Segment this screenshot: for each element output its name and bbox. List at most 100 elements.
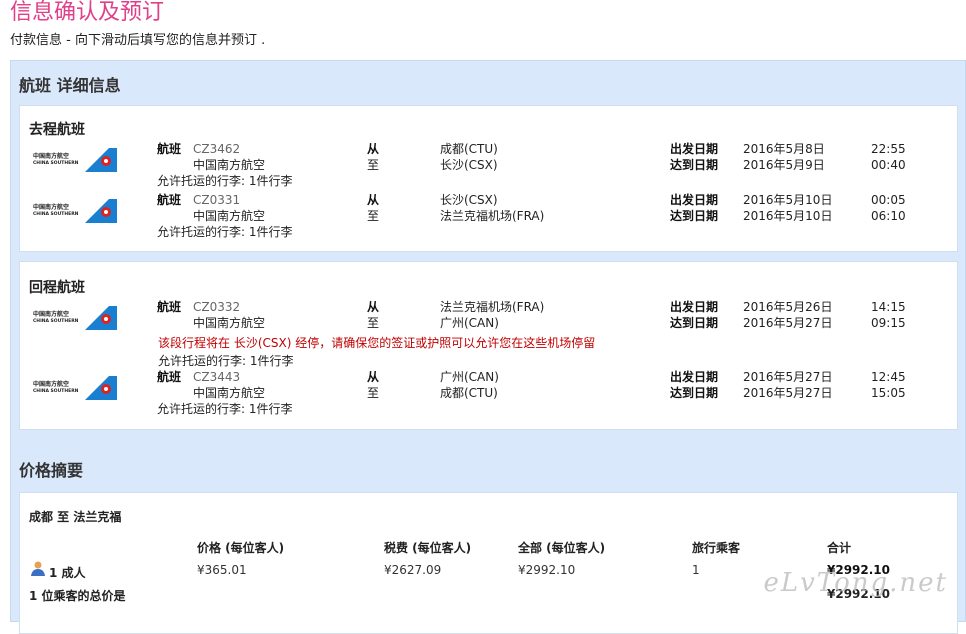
depart-time: 00:05 (871, 193, 906, 207)
flight-segment: 中国南方航空 CHINA SOUTHERN 航班 CZ0331 中国南方航空 从… (20, 191, 957, 243)
airline-logo-cn: 中国南方航空 (33, 153, 70, 160)
from-label: 从 (367, 300, 380, 314)
depart-time: 12:45 (871, 370, 906, 384)
airline-logo: 中国南方航空 CHINA SOUTHERN (33, 306, 117, 332)
to-label: 至 (367, 386, 380, 400)
from-label: 从 (367, 142, 380, 156)
kapok-flower-icon (85, 199, 117, 223)
airline-name: 中国南方航空 (193, 158, 266, 172)
airline-logo-en: CHINA SOUTHERN (33, 212, 79, 217)
arrive-date: 2016年5月9日 (743, 158, 825, 172)
flight-label: 航班 (157, 300, 182, 314)
price-panel: 成都 至 法兰克福 价格 (每位客人) 税费 (每位客人) 全部 (每位客人) … (19, 492, 958, 634)
arrive-time: 15:05 (871, 386, 906, 400)
airline-name: 中国南方航空 (193, 386, 266, 400)
depart-date-label: 出发日期 (670, 370, 719, 384)
airline-logo: 中国南方航空 CHINA SOUTHERN (33, 376, 117, 402)
kapok-flower-icon (85, 148, 117, 172)
arrive-date-label: 达到日期 (670, 209, 719, 223)
flight-number: CZ0331 (193, 193, 241, 207)
return-title: 回程航班 (29, 280, 85, 296)
depart-date: 2016年5月26日 (743, 300, 833, 314)
depart-date-label: 出发日期 (670, 300, 719, 314)
tax-value: ¥2627.09 (384, 563, 442, 577)
from-airport: 广州(CAN) (440, 370, 499, 384)
flight-number: CZ0332 (193, 300, 241, 314)
arrive-time: 06:10 (871, 209, 906, 223)
price-route: 成都 至 法兰克福 (29, 510, 122, 524)
outbound-panel: 去程航班 中国南方航空 CHINA SOUTHERN 航班 CZ3462 中国南… (19, 105, 958, 252)
kapok-flower-icon (85, 376, 117, 400)
to-label: 至 (367, 316, 380, 330)
layover-warning: 该段行程将在 长沙(CSX) 经停，请确保您的签证或护照可以允许您在这些机场停留 (158, 336, 596, 350)
page-subtitle: 付款信息 - 向下滑动后填写您的信息并预订 . (10, 33, 266, 48)
depart-date-label: 出发日期 (670, 193, 719, 207)
from-airport: 法兰克福机场(FRA) (440, 300, 545, 314)
from-airport: 成都(CTU) (440, 142, 498, 156)
total-per-header: 全部 (每位客人) (518, 541, 606, 555)
total-label: 1 位乘客的总价是 (29, 589, 126, 603)
flight-label: 航班 (157, 370, 182, 384)
from-label: 从 (367, 193, 380, 207)
arrive-date-label: 达到日期 (670, 158, 719, 172)
depart-time: 22:55 (871, 142, 906, 156)
outbound-title: 去程航班 (29, 122, 85, 138)
flight-label: 航班 (157, 193, 182, 207)
flight-number: CZ3443 (193, 370, 241, 384)
depart-date: 2016年5月8日 (743, 142, 825, 156)
arrive-date: 2016年5月10日 (743, 209, 833, 223)
baggage-info: 允许托运的行李: 1件行李 (158, 354, 294, 368)
flight-label: 航班 (157, 142, 182, 156)
to-airport: 成都(CTU) (440, 386, 498, 400)
depart-date: 2016年5月27日 (743, 370, 833, 384)
airline-logo-en: CHINA SOUTHERN (33, 319, 79, 324)
airline-logo-cn: 中国南方航空 (33, 381, 70, 388)
to-label: 至 (367, 209, 380, 223)
tax-header: 税费 (每位客人) (384, 541, 472, 555)
airline-logo-en: CHINA SOUTHERN (33, 389, 79, 394)
user-icon (31, 561, 45, 576)
kapok-flower-icon (85, 306, 117, 330)
arrive-date: 2016年5月27日 (743, 316, 833, 330)
booking-container: 航班 详细信息 去程航班 中国南方航空 CHINA SOUTHERN 航班 CZ… (10, 60, 966, 634)
to-airport: 法兰克福机场(FRA) (440, 209, 545, 223)
price-summary-title: 价格摘要 (19, 461, 84, 480)
watermark: eLvTong.net (763, 568, 948, 598)
return-panel: 回程航班 中国南方航空 CHINA SOUTHERN 航班 CZ0332 中国南… (19, 261, 958, 430)
price-header: 价格 (每位客人) (197, 541, 285, 555)
travelers-header: 旅行乘客 (692, 541, 741, 555)
to-label: 至 (367, 158, 380, 172)
arrive-date-label: 达到日期 (670, 386, 719, 400)
travelers-value: 1 (692, 563, 700, 577)
depart-date: 2016年5月10日 (743, 193, 833, 207)
airline-logo: 中国南方航空 CHINA SOUTHERN (33, 148, 117, 174)
airline-logo-en: CHINA SOUTHERN (33, 161, 79, 166)
arrive-date: 2016年5月27日 (743, 386, 833, 400)
to-airport: 广州(CAN) (440, 316, 499, 330)
from-airport: 长沙(CSX) (440, 193, 498, 207)
airline-logo: 中国南方航空 CHINA SOUTHERN (33, 199, 117, 225)
from-label: 从 (367, 370, 380, 384)
airline-name: 中国南方航空 (193, 209, 266, 223)
passenger-type: 1 成人 (49, 566, 86, 580)
airline-logo-cn: 中国南方航空 (33, 311, 70, 318)
arrive-time: 09:15 (871, 316, 906, 330)
airline-name: 中国南方航空 (193, 316, 266, 330)
flight-segment: 中国南方航空 CHINA SOUTHERN 航班 CZ3462 中国南方航空 从… (20, 140, 957, 192)
flight-details-title: 航班 详细信息 (19, 76, 121, 95)
flight-segment: 中国南方航空 CHINA SOUTHERN 航班 CZ3443 中国南方航空 从… (20, 368, 957, 420)
total-per-value: ¥2992.10 (518, 563, 576, 577)
baggage-info: 允许托运的行李: 1件行李 (157, 225, 293, 239)
arrive-date-label: 达到日期 (670, 316, 719, 330)
depart-time: 14:15 (871, 300, 906, 314)
depart-date-label: 出发日期 (670, 142, 719, 156)
baggage-info: 允许托运的行李: 1件行李 (157, 174, 293, 188)
arrive-time: 00:40 (871, 158, 906, 172)
price-value: ¥365.01 (197, 563, 247, 577)
airline-logo-cn: 中国南方航空 (33, 204, 70, 211)
to-airport: 长沙(CSX) (440, 158, 498, 172)
baggage-info: 允许托运的行李: 1件行李 (157, 402, 293, 416)
sum-header: 合计 (827, 541, 852, 555)
flight-number: CZ3462 (193, 142, 241, 156)
page-title: 信息确认及预订 (10, 0, 165, 25)
